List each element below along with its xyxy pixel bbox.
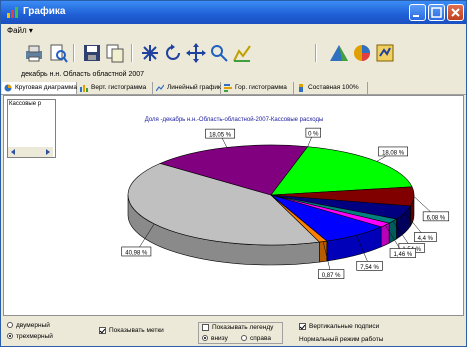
slice-label: 0 %: [308, 132, 319, 138]
slice-label: 4,4 %: [418, 236, 434, 242]
settings-icon[interactable]: [374, 42, 396, 64]
tab-label: Линейный график: [167, 84, 221, 91]
tab-label: Круговая диаграмма: [15, 84, 77, 91]
context-path: декабрь н.н. Область областной 2007: [21, 71, 145, 78]
app-icon: [7, 7, 18, 18]
tab-pie[interactable]: Круговая диаграмма: [2, 82, 77, 94]
option-show-legend[interactable]: Показывать легенду: [202, 324, 273, 331]
checkbox-vertical-labels[interactable]: [299, 323, 306, 330]
pie-type-icon[interactable]: [351, 42, 373, 64]
option-legend-right-label: справа: [250, 335, 271, 342]
tab-stacked-100[interactable]: Составная 100%: [295, 82, 368, 94]
tab-label: Верт. гистограмма: [91, 84, 147, 91]
slice-label: 40,98 %: [125, 250, 148, 256]
option-legend-bottom[interactable]: внизу: [202, 335, 228, 342]
zoom-icon[interactable]: [208, 42, 230, 64]
option-show-legend-label: Показывать легенду: [212, 324, 274, 332]
pattern-icon[interactable]: [139, 42, 161, 64]
title-bar[interactable]: Графика: [1, 1, 466, 24]
stacked-chart-icon: [299, 84, 303, 92]
tab-label: Гор. гистограмма: [235, 84, 287, 91]
window-title: Графика: [23, 6, 66, 17]
print-icon[interactable]: [23, 42, 45, 64]
menu-file[interactable]: Файл ▾: [7, 26, 33, 35]
slice-label: 7,54 %: [360, 265, 379, 271]
option-2d-label: двумерный: [16, 322, 50, 329]
tab-strip: Круговая диаграмма Верт. гистограмма Лин…: [1, 82, 466, 95]
series-list[interactable]: Кассовые р: [7, 99, 56, 158]
radio-3d[interactable]: [7, 333, 13, 340]
move-icon[interactable]: [185, 42, 207, 64]
option-vertical-labels[interactable]: Вертикальные подписи: [299, 323, 379, 330]
legend-group: Показывать легенду внизу справа: [198, 322, 283, 344]
option-2d[interactable]: двумерный: [7, 322, 50, 329]
radio-legend-right[interactable]: [241, 335, 247, 342]
option-legend-bottom-label: внизу: [211, 335, 228, 342]
palette-icon[interactable]: [328, 42, 350, 64]
slice-label: 6,08 %: [427, 215, 446, 221]
pie-chart: Доля -декабрь н.н.-Область-областной-200…: [121, 116, 450, 279]
option-3d-label: трехмерный: [16, 333, 53, 340]
option-vertical-labels-label: Вертикальные подписи: [309, 323, 380, 331]
slice-label: 1,46 %: [393, 252, 412, 258]
option-show-marks[interactable]: Показывать метки: [99, 327, 164, 334]
option-legend-right[interactable]: справа: [241, 335, 271, 342]
tab-label: Составная 100%: [308, 84, 359, 91]
minimize-button[interactable]: [409, 4, 426, 21]
tab-hor-histogram[interactable]: Гор. гистограмма: [222, 82, 294, 94]
maximize-icon: [431, 7, 442, 18]
menu-bar: Файл ▾: [1, 25, 466, 37]
option-show-marks-label: Показывать метки: [109, 327, 164, 335]
line-chart-icon: [156, 84, 164, 92]
maximize-button[interactable]: [428, 4, 445, 21]
copy-icon[interactable]: [104, 42, 126, 64]
main-window: Графика Файл ▾ декабрь н.н. Область обла…: [0, 0, 467, 347]
rotate-icon[interactable]: [162, 42, 184, 64]
close-icon: [451, 8, 460, 17]
toolbar-separator: [315, 44, 317, 62]
preview-icon[interactable]: [47, 42, 69, 64]
toolbar-separator: [131, 44, 133, 62]
scroll-arrows-icon: [11, 149, 50, 155]
chart-panel: Доля -декабрь н.н.-Область-областной-200…: [3, 95, 464, 316]
toolbar: [1, 38, 466, 68]
checkbox-show-marks[interactable]: [99, 327, 106, 334]
radio-2d[interactable]: [7, 322, 13, 329]
minimize-icon: [413, 15, 419, 17]
checkbox-show-legend[interactable]: [202, 324, 209, 331]
slice-label: 18,05 %: [209, 133, 232, 139]
status-mode: Нормальный режим работы: [299, 336, 384, 343]
series-list-item[interactable]: Кассовые р: [9, 101, 41, 107]
slice-label: 0,87 %: [322, 273, 341, 279]
hbar-chart-icon: [224, 84, 232, 92]
chart-style-icon[interactable]: [231, 42, 253, 64]
save-icon[interactable]: [81, 42, 103, 64]
radio-legend-bottom[interactable]: [202, 335, 208, 342]
pie-chart-icon: [4, 84, 12, 92]
bar-chart-icon: [80, 85, 88, 92]
option-3d[interactable]: трехмерный: [7, 333, 53, 340]
tab-vert-histogram[interactable]: Верт. гистограмма: [78, 82, 153, 94]
tab-line-chart[interactable]: Линейный график: [154, 82, 221, 94]
pie-slice-side: [380, 222, 390, 248]
horizontal-scrollbar[interactable]: [8, 147, 53, 157]
slice-label: 18,08 %: [382, 150, 405, 156]
close-button[interactable]: [447, 4, 464, 21]
toolbar-separator: [73, 44, 75, 62]
chart-title: Доля -декабрь н.н.-Область-областной-200…: [145, 116, 324, 123]
